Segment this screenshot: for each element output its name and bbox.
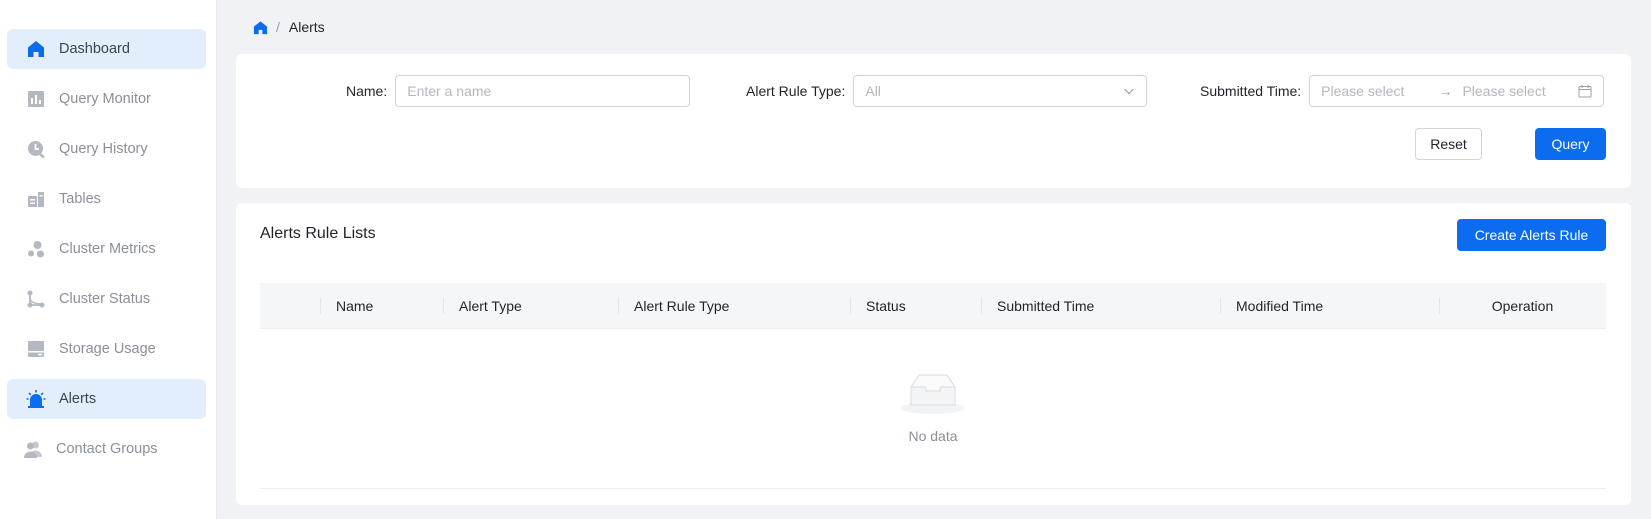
sidebar-item-label: Dashboard <box>59 41 130 57</box>
sidebar: Dashboard Query Monitor Query History Ta… <box>0 0 217 519</box>
empty-state: No data <box>260 329 1606 489</box>
name-input-placeholder: Enter a name <box>407 83 492 99</box>
submitted-time-label: Submitted Time: <box>1200 83 1302 99</box>
sidebar-item-storage-usage[interactable]: Storage Usage <box>7 329 206 369</box>
alarm-icon <box>25 388 47 410</box>
sidebar-item-contact-groups[interactable]: Contact Groups <box>7 429 206 469</box>
column-header-name[interactable]: Name <box>320 283 443 329</box>
cluster-status-icon <box>25 288 47 310</box>
table-header: Name Alert Type Alert Rule Type Status S… <box>260 283 1606 329</box>
history-clock-icon <box>25 138 47 160</box>
sidebar-item-label: Storage Usage <box>59 341 156 357</box>
contact-groups-icon <box>22 438 44 460</box>
breadcrumb: / Alerts <box>236 0 1631 54</box>
sidebar-item-alerts[interactable]: Alerts <box>7 379 206 419</box>
column-header-operation: Operation <box>1439 283 1606 329</box>
rule-type-value: All <box>865 83 881 99</box>
column-header-modified-time[interactable]: Modified Time <box>1220 283 1439 329</box>
submitted-time-filter: Submitted Time: Please select → Please s… <box>1200 75 1605 107</box>
breadcrumb-current: Alerts <box>288 19 325 35</box>
sidebar-item-label: Tables <box>59 191 101 207</box>
column-header-alert-rule-type[interactable]: Alert Rule Type <box>618 283 850 329</box>
alerts-rule-table: Name Alert Type Alert Rule Type Status S… <box>260 283 1606 489</box>
rule-type-select[interactable]: All <box>853 75 1148 107</box>
filter-row: Name: Enter a name Alert Rule Type: All … <box>236 75 1631 107</box>
cluster-metrics-icon <box>25 238 47 260</box>
sidebar-item-query-history[interactable]: Query History <box>7 129 206 169</box>
breadcrumb-separator: / <box>276 19 280 35</box>
start-date-placeholder[interactable]: Please select <box>1321 83 1404 99</box>
sidebar-item-dashboard[interactable]: Dashboard <box>7 29 206 69</box>
end-date-placeholder[interactable]: Please select <box>1462 83 1545 99</box>
tables-icon <box>25 188 47 210</box>
arrow-right-icon: → <box>1438 83 1453 99</box>
column-header-select <box>260 283 320 329</box>
date-range-picker[interactable]: Please select → Please select <box>1309 75 1605 107</box>
column-header-submitted-time[interactable]: Submitted Time <box>981 283 1220 329</box>
chevron-down-icon <box>1124 88 1135 95</box>
sidebar-item-cluster-metrics[interactable]: Cluster Metrics <box>7 229 206 269</box>
column-header-status[interactable]: Status <box>850 283 981 329</box>
sidebar-item-query-monitor[interactable]: Query Monitor <box>7 79 206 119</box>
name-filter: Name: Enter a name <box>346 75 691 107</box>
reset-button[interactable]: Reset <box>1415 128 1482 160</box>
sidebar-item-label: Contact Groups <box>56 441 158 457</box>
sidebar-item-cluster-status[interactable]: Cluster Status <box>7 279 206 319</box>
bar-chart-icon <box>25 88 47 110</box>
sidebar-item-label: Query Monitor <box>59 91 151 107</box>
name-label: Name: <box>346 83 388 99</box>
main-content: / Alerts Name: Enter a name Alert Rule T… <box>217 0 1651 519</box>
app-root: Dashboard Query Monitor Query History Ta… <box>0 0 1651 519</box>
storage-icon <box>25 338 47 360</box>
sidebar-item-label: Cluster Status <box>59 291 151 307</box>
column-header-alert-type[interactable]: Alert Type <box>443 283 618 329</box>
name-input[interactable]: Enter a name <box>395 75 691 107</box>
list-title: Alerts Rule Lists <box>260 225 376 242</box>
sidebar-item-tables[interactable]: Tables <box>7 179 206 219</box>
calendar-icon <box>1578 85 1592 98</box>
sidebar-item-label: Query History <box>59 141 148 157</box>
create-alerts-rule-button[interactable]: Create Alerts Rule <box>1457 219 1606 251</box>
home-icon <box>25 38 47 60</box>
rule-type-filter: Alert Rule Type: All <box>746 75 1148 107</box>
home-icon[interactable] <box>253 20 268 35</box>
filter-panel: Name: Enter a name Alert Rule Type: All … <box>236 54 1631 188</box>
sidebar-item-label: Cluster Metrics <box>59 241 156 257</box>
rule-type-label: Alert Rule Type: <box>746 83 846 99</box>
sidebar-item-label: Alerts <box>59 391 97 407</box>
empty-inbox-icon <box>901 374 965 414</box>
query-button[interactable]: Query <box>1535 128 1606 160</box>
alerts-rule-list-panel: Alerts Rule Lists Create Alerts Rule Nam… <box>236 203 1631 505</box>
empty-text: No data <box>908 428 958 444</box>
